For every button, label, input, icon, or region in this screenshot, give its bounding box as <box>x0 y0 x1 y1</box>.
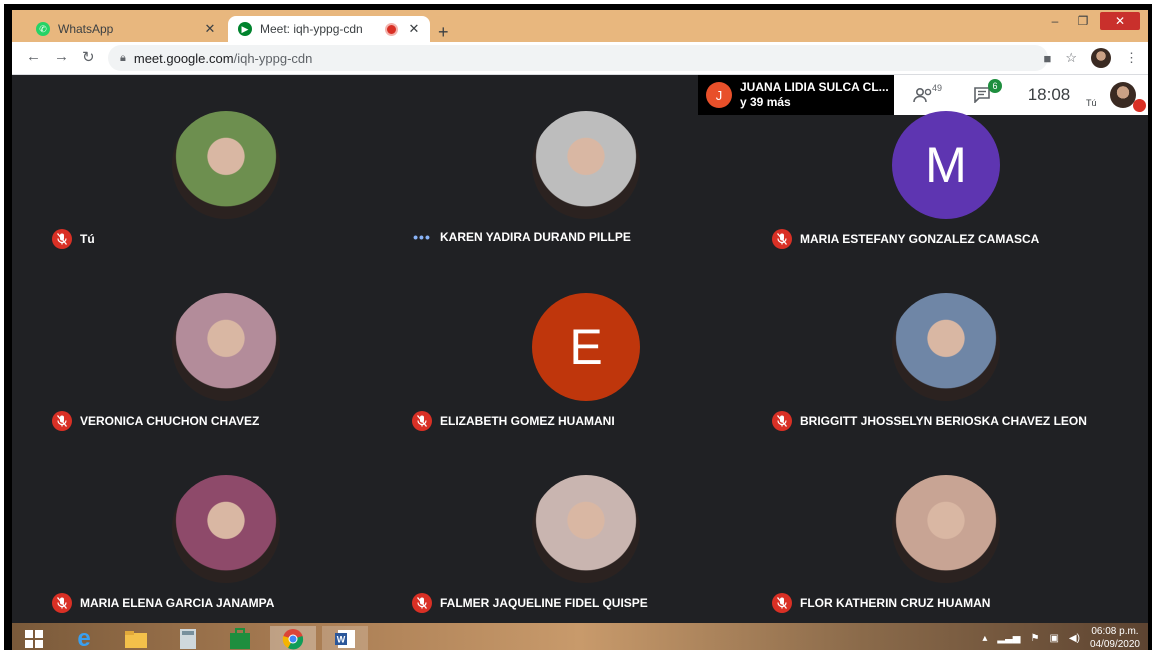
menu-icon[interactable]: ⋮ <box>1125 50 1138 66</box>
network-icon[interactable]: ▣ <box>1049 633 1058 644</box>
flag-icon[interactable]: ⚑ <box>1030 633 1039 644</box>
store-icon[interactable] <box>226 626 254 650</box>
file-explorer-icon[interactable] <box>122 626 150 650</box>
url-host: meet.google.com <box>133 50 234 66</box>
windows-taskbar: e W ▴ ▂▃▅ ⚑ ▣ ◀︎) 06:08 p.m. 04/09/2020 <box>12 623 1148 650</box>
participant-photo-avatar <box>172 293 280 401</box>
browser-titlebar: ✆ WhatsApp ✕ ▶ Meet: iqh-yppg-cdn ✕ + – … <box>12 10 1148 42</box>
tab-close-icon[interactable]: ✕ <box>202 21 218 37</box>
back-icon[interactable]: ← <box>26 48 41 65</box>
mic-off-icon <box>772 593 792 613</box>
mic-off-icon <box>772 411 792 431</box>
participant-nametag: BRIGGITT JHOSSELYN BERIOSKA CHAVEZ LEON <box>772 411 1087 431</box>
new-tab-button[interactable]: + <box>438 22 449 43</box>
participant-tile[interactable]: Tú <box>46 75 406 257</box>
participant-nametag: FALMER JAQUELINE FIDEL QUISPE <box>412 593 648 613</box>
participant-tile[interactable]: M MARIA ESTEFANY GONZALEZ CAMASCA <box>766 75 1126 257</box>
url-path: /iqh-yppg-cdn <box>233 50 313 66</box>
participant-name: Tú <box>80 232 95 246</box>
recording-indicator-icon <box>385 22 398 36</box>
participant-nametag: MARIA ESTEFANY GONZALEZ CAMASCA <box>772 229 1039 249</box>
participant-initial-avatar: M <box>892 111 1000 219</box>
camera-icon[interactable]: ■ <box>1043 51 1051 66</box>
word-icon[interactable]: W <box>322 626 368 650</box>
tab-close-icon[interactable]: ✕ <box>406 21 422 37</box>
url-text: meet.google.com/iqh-yppg-cdn <box>134 51 313 66</box>
svg-text:W: W <box>337 635 346 645</box>
participant-tile[interactable]: MARIA ELENA GARCIA JANAMPA <box>46 439 406 621</box>
participant-photo-avatar <box>172 475 280 583</box>
participant-photo-avatar <box>892 293 1000 401</box>
forward-icon[interactable]: → <box>54 48 69 65</box>
meet-icon: ▶ <box>238 22 252 36</box>
mic-off-icon <box>772 229 792 249</box>
internet-explorer-icon[interactable]: e <box>70 625 98 650</box>
participant-photo-avatar <box>892 475 1000 583</box>
windows-start-icon[interactable] <box>20 626 48 650</box>
participant-nametag: VERONICA CHUCHON CHAVEZ <box>52 411 259 431</box>
participant-name: FLOR KATHERIN CRUZ HUAMAN <box>800 596 991 610</box>
participant-name: ELIZABETH GOMEZ HUAMANI <box>440 414 615 428</box>
calculator-icon[interactable] <box>174 626 202 650</box>
restore-button[interactable]: ❐ <box>1072 12 1094 30</box>
signal-icon[interactable]: ▂▃▅ <box>997 633 1020 644</box>
tab-whatsapp[interactable]: ✆ WhatsApp ✕ <box>26 16 226 42</box>
profile-avatar[interactable] <box>1091 48 1111 68</box>
star-icon[interactable]: ☆ <box>1065 50 1077 66</box>
participant-photo-avatar <box>532 475 640 583</box>
participant-tile[interactable]: FALMER JAQUELINE FIDEL QUISPE <box>406 439 766 621</box>
participant-name: MARIA ELENA GARCIA JANAMPA <box>80 596 275 610</box>
whatsapp-icon: ✆ <box>36 22 50 36</box>
tab-title: WhatsApp <box>58 22 114 36</box>
clock-date: 04/09/2020 <box>1089 639 1140 650</box>
window-controls: – ❐ ✕ <box>1044 12 1140 30</box>
self-mic-off-icon <box>1133 99 1146 112</box>
participant-photo-avatar <box>532 111 640 219</box>
mic-off-icon <box>52 411 72 431</box>
system-tray: ▴ ▂▃▅ ⚑ ▣ ◀︎) 06:08 p.m. 04/09/2020 <box>982 625 1140 650</box>
chrome-icon[interactable] <box>270 626 316 650</box>
participant-tile[interactable]: FLOR KATHERIN CRUZ HUAMAN <box>766 439 1126 621</box>
clock-time: 06:08 p.m. <box>1091 626 1139 637</box>
participant-tile[interactable]: E ELIZABETH GOMEZ HUAMANI <box>406 257 766 439</box>
volume-icon[interactable]: ◀︎) <box>1069 633 1080 644</box>
mic-off-icon <box>412 593 432 613</box>
minimize-button[interactable]: – <box>1044 12 1066 30</box>
reload-icon[interactable]: ↻ <box>82 48 95 66</box>
participant-tile[interactable]: VERONICA CHUCHON CHAVEZ <box>46 257 406 439</box>
participant-nametag: MARIA ELENA GARCIA JANAMPA <box>52 593 274 613</box>
participant-nametag: Tú <box>52 229 95 249</box>
participant-name: FALMER JAQUELINE FIDEL QUISPE <box>440 596 648 610</box>
mic-off-icon <box>412 411 432 431</box>
tray-chevron-icon[interactable]: ▴ <box>982 633 987 644</box>
lock-icon: 🔒︎ <box>120 51 126 64</box>
participant-tile[interactable]: BRIGGITT JHOSSELYN BERIOSKA CHAVEZ LEON <box>766 257 1126 439</box>
participant-name: KAREN YADIRA DURAND PILLPE <box>440 230 631 244</box>
toolbar-actions: ■ ☆ ⋮ <box>1043 48 1138 68</box>
participant-photo-avatar <box>172 111 280 219</box>
participant-tile[interactable]: ••• KAREN YADIRA DURAND PILLPE <box>406 75 766 257</box>
screen-frame: ✆ WhatsApp ✕ ▶ Meet: iqh-yppg-cdn ✕ + – … <box>4 4 1152 650</box>
participant-name: MARIA ESTEFANY GONZALEZ CAMASCA <box>800 232 1040 246</box>
participant-name: BRIGGITT JHOSSELYN BERIOSKA CHAVEZ LEON <box>800 414 1087 428</box>
tab-meet[interactable]: ▶ Meet: iqh-yppg-cdn ✕ <box>228 16 430 42</box>
participant-name: VERONICA CHUCHON CHAVEZ <box>80 414 260 428</box>
close-window-button[interactable]: ✕ <box>1100 12 1140 30</box>
meet-grid: J JUANA LIDIA SULCA CL... y 39 más 49 6 … <box>12 75 1148 623</box>
browser-toolbar: ← → ↻ 🔒︎ meet.google.com/iqh-yppg-cdn ■ … <box>12 42 1148 75</box>
mic-off-icon <box>52 229 72 249</box>
participant-nametag: ••• KAREN YADIRA DURAND PILLPE <box>412 229 631 245</box>
participant-nametag: FLOR KATHERIN CRUZ HUAMAN <box>772 593 990 613</box>
participant-initial-avatar: E <box>532 293 640 401</box>
speaking-indicator-icon: ••• <box>413 229 431 245</box>
participant-nametag: ELIZABETH GOMEZ HUAMANI <box>412 411 615 431</box>
address-bar[interactable]: 🔒︎ meet.google.com/iqh-yppg-cdn <box>108 45 1048 71</box>
tab-title: Meet: iqh-yppg-cdn <box>260 22 363 36</box>
mic-off-icon <box>52 593 72 613</box>
taskbar-clock[interactable]: 06:08 p.m. 04/09/2020 <box>1090 625 1140 650</box>
